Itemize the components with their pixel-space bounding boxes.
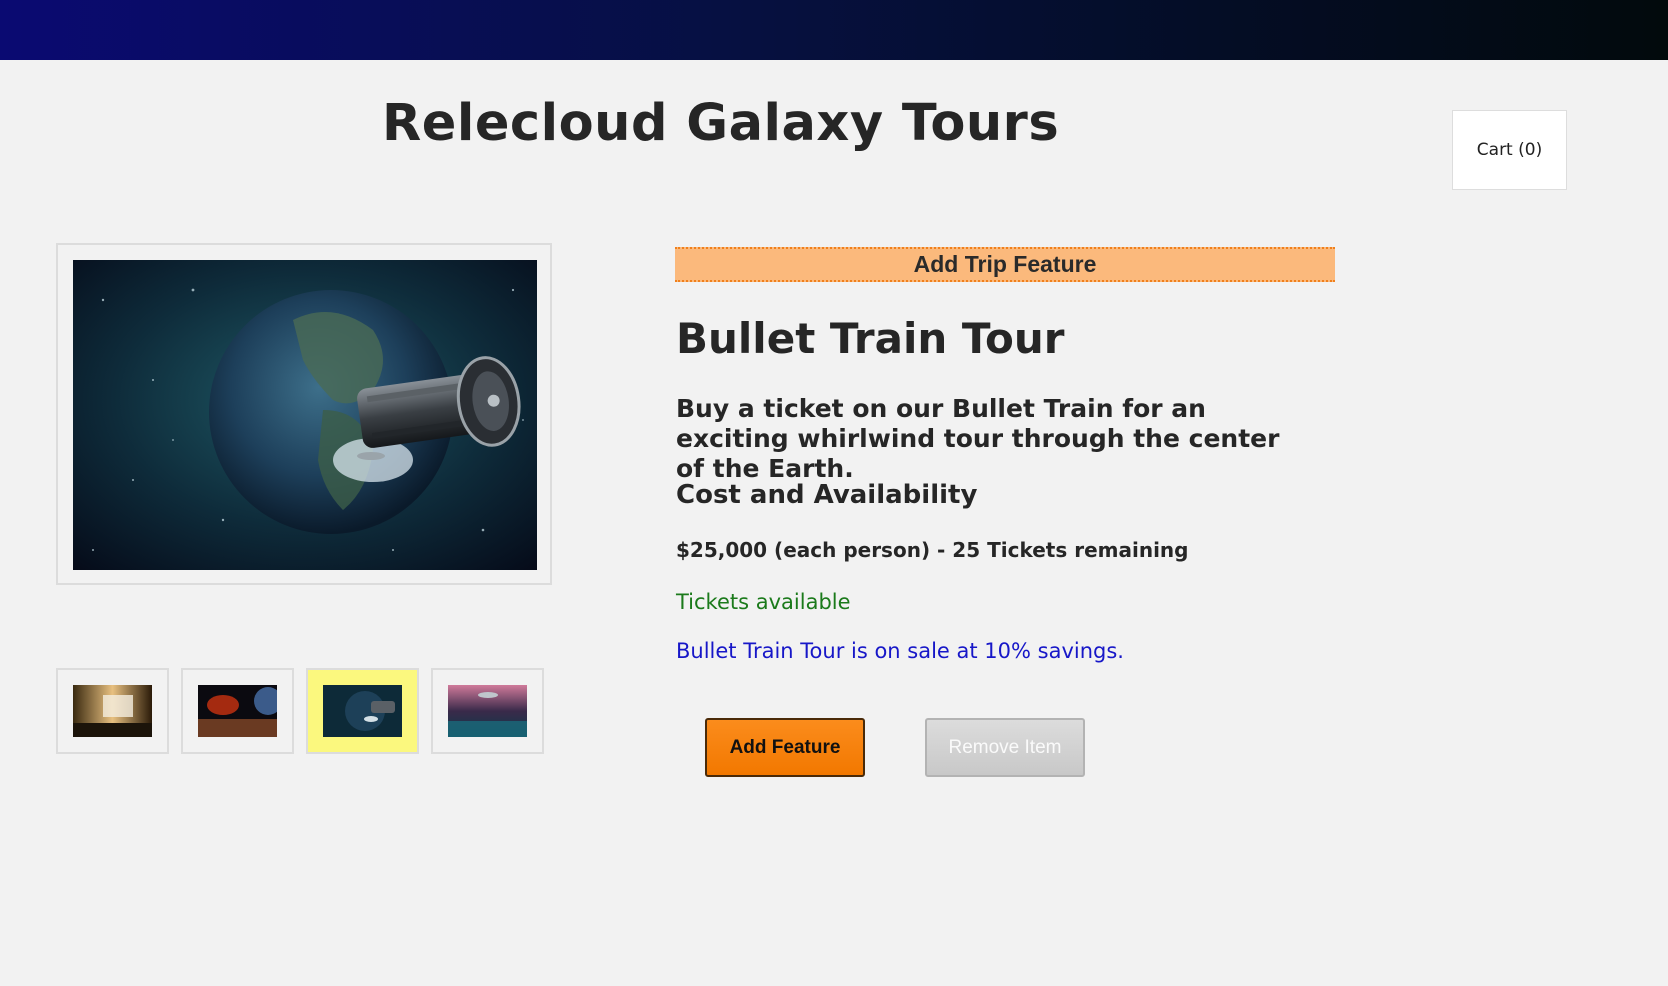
product-description: Buy a ticket on our Bullet Train for an … (676, 394, 1280, 483)
planet-surface-thumbnail (198, 685, 277, 737)
thumbnail-3[interactable] (306, 668, 419, 754)
space-train-earth-image (73, 260, 537, 570)
thumbnail-1[interactable] (56, 668, 169, 754)
train-interior-thumbnail (73, 685, 152, 737)
add-feature-button[interactable]: Add Feature (705, 718, 865, 777)
availability-status: Tickets available (676, 590, 851, 614)
sale-message: Bullet Train Tour is on sale at 10% savi… (676, 639, 1124, 663)
cost-availability-heading: Cost and Availability (676, 480, 978, 510)
top-header-bar (0, 0, 1668, 60)
thumbnail-4[interactable] (431, 668, 544, 754)
add-trip-feature-banner: Add Trip Feature (675, 247, 1335, 282)
remove-item-button[interactable]: Remove Item (925, 718, 1085, 777)
thumbnail-2[interactable] (181, 668, 294, 754)
space-train-earth-thumbnail (323, 685, 402, 737)
site-title: Relecloud Galaxy Tours (382, 94, 1060, 153)
product-title: Bullet Train Tour (676, 314, 1065, 363)
cart-button[interactable]: Cart (0) (1452, 110, 1567, 190)
main-image-frame (56, 243, 552, 585)
price-line: $25,000 (each person) - 25 Tickets remai… (676, 538, 1189, 562)
alien-landscape-thumbnail (448, 685, 527, 737)
